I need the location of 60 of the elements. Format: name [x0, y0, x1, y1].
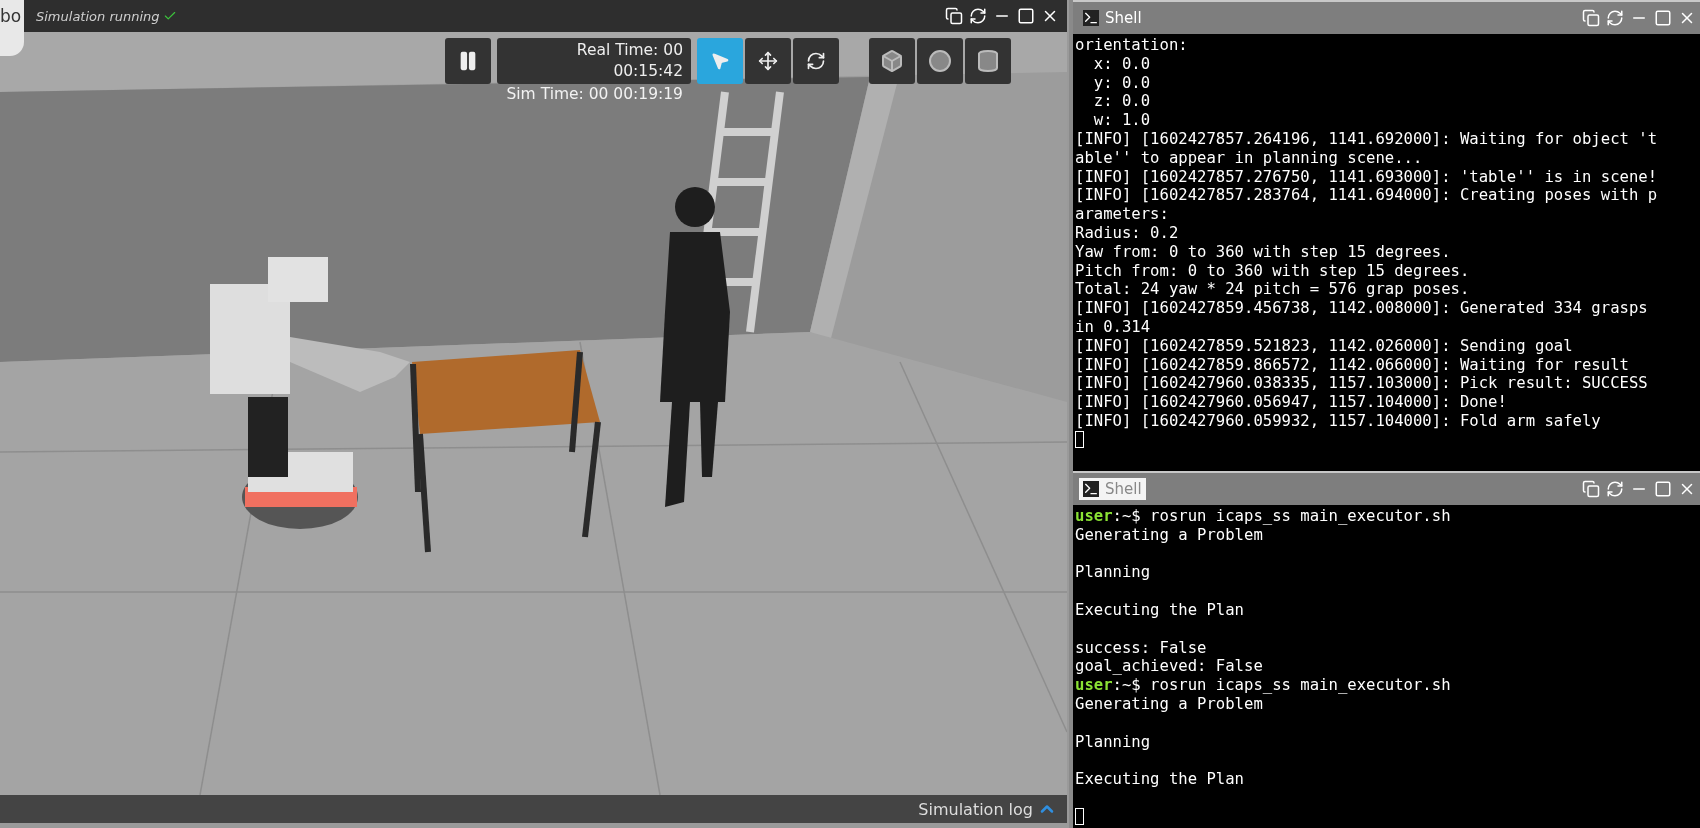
cylinder-shape-button[interactable] [965, 38, 1011, 84]
terminal-line: [INFO] [1602427960.059932, 1157.104000]: Fold arm safely [1075, 411, 1602, 431]
terminal-line: Executing the Plan [1075, 601, 1245, 620]
sphere-icon [928, 49, 952, 73]
terminal-prompt-line: user:~$ rosrun icaps_ss main_executor.sh [1075, 507, 1452, 526]
terminal-prompt-line: user:~$ rosrun icaps_ss main_executor.sh [1075, 676, 1452, 695]
terminal-line: Planning [1075, 732, 1152, 752]
terminal-line: in 0.314 [1075, 317, 1152, 337]
sphere-shape-button[interactable] [917, 38, 963, 84]
terminal-line: w: 1.0 [1092, 111, 1152, 130]
refresh-icon[interactable] [969, 7, 987, 25]
terminal-line: [INFO] [1602427859.521823, 1142.026000]: Sending goal [1075, 336, 1574, 356]
terminal-area[interactable] [1073, 505, 1700, 828]
terminal-line: success: False [1075, 638, 1208, 658]
terminal-line: [INFO] [1602427859.456738, 1142.008000]: Generated 334 grasps [1075, 299, 1649, 318]
shell-title: Shell [1079, 7, 1146, 29]
terminal-cursor [1075, 430, 1084, 448]
simulation-status: Simulation running [36, 8, 177, 24]
terminal-line: Generating a Problem [1075, 525, 1264, 545]
terminal-line: [INFO] [1602427857.264196, 1141.692000]: Waiting for object 't [1075, 130, 1659, 149]
terminal-line: orientation: [1075, 36, 1189, 55]
rotate-icon [806, 51, 826, 71]
terminal-line: [INFO] [1602427960.038335, 1157.103000]: Pick result: SUCCESS [1075, 374, 1649, 394]
terminal-line: y: 0.0 [1092, 73, 1152, 93]
box-icon [880, 49, 904, 73]
shell-title: Shell [1079, 478, 1146, 500]
terminal-line: Planning [1075, 563, 1152, 583]
terminal-line: Pitch from: 0 to 360 with step 15 degrees. [1075, 261, 1471, 281]
terminal-line: Radius: 0.2 [1075, 223, 1180, 243]
terminal-line: Yaw from: 0 to 360 with step 15 degrees. [1075, 242, 1452, 262]
terminal-area[interactable] [1073, 34, 1700, 471]
terminal-icon [1083, 10, 1099, 26]
terminal-line: x: 0.0 [1092, 54, 1152, 74]
terminal-line: [INFO] [1602427857.283764, 1141.694000]: Creating poses with p [1075, 186, 1659, 206]
check-icon [162, 9, 177, 23]
pause-button[interactable] [445, 38, 491, 84]
terminal-line: arameters: [1075, 205, 1170, 224]
terminal-line: Executing the Plan [1075, 770, 1245, 789]
panel-tab[interactable]: bo [0, 0, 24, 56]
pointer-icon [710, 51, 730, 71]
terminal-icon [1083, 481, 1099, 497]
move-arrows-icon [758, 51, 778, 71]
box-shape-button[interactable] [869, 38, 915, 84]
restore-icon[interactable] [945, 7, 963, 25]
terminal-line: [INFO] [1602427857.276750, 1141.693000]: 'table'' is in scene! [1075, 167, 1659, 187]
terminal-line: Total: 24 yaw * 24 pitch = 576 grap poses. [1075, 280, 1471, 300]
real-time-panel: Real Time: 00 00:15:42 [497, 38, 691, 84]
sim-time: Sim Time: 00 00:19:19 [506, 85, 684, 103]
terminal-line: [INFO] [1602427960.056947, 1157.104000]: Done! [1075, 393, 1508, 412]
translate-mode-button[interactable] [745, 38, 791, 84]
terminal-line: Generating a Problem [1075, 694, 1264, 714]
terminal-cursor [1075, 807, 1084, 825]
terminal-line: [INFO] [1602427859.866572, 1142.066000]: Waiting for result [1075, 355, 1630, 375]
terminal-line: z: 0.0 [1092, 92, 1152, 112]
maximize-icon[interactable] [1017, 7, 1035, 25]
terminal-line: able'' to appear in planning scene... [1075, 148, 1424, 168]
terminal-line: goal_achieved: False [1075, 657, 1264, 677]
rotate-mode-button[interactable] [793, 38, 839, 84]
simulation-log-toggle[interactable]: Simulation log [918, 799, 1057, 819]
cylinder-icon [976, 49, 1000, 73]
